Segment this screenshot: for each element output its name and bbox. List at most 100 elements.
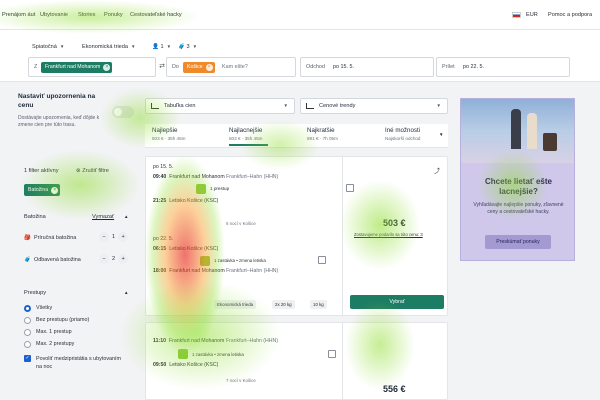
return-label: Prílet — [442, 64, 455, 70]
price-trends-dropdown[interactable]: Cenové trendy ▼ — [300, 98, 448, 114]
trip-type-select[interactable]: Spiatočná ▼ — [32, 44, 64, 50]
chart-icon — [306, 103, 314, 109]
nav-link-car-rental[interactable]: Prenájom áut — [2, 12, 35, 18]
top-navigation: Prenájom áut Ubytovanie Stories Ponuky C… — [0, 0, 600, 30]
plus-icon[interactable]: + — [118, 254, 129, 264]
stops-radio-one[interactable] — [24, 329, 31, 336]
depart-date-field[interactable]: Odchod po 15. 5. — [300, 57, 434, 77]
active-filter-label: Batožina — [28, 187, 49, 193]
close-icon[interactable]: × — [103, 64, 111, 71]
chevron-down-icon: ▼ — [283, 103, 288, 108]
from-label: Z — [34, 64, 38, 70]
swap-icon[interactable]: ⇄ — [158, 63, 166, 71]
plus-icon[interactable]: + — [118, 232, 129, 242]
cabin-bag-stepper[interactable]: −1 + — [96, 232, 131, 242]
to-placeholder: Kam ešte? — [222, 64, 248, 70]
price-trends-label: Cenové trendy — [319, 103, 356, 109]
stops-option-all[interactable]: Všetky — [36, 305, 52, 311]
currency-selector[interactable]: EUR — [526, 12, 538, 18]
traveler-figure — [527, 113, 537, 149]
stops-radio-all[interactable] — [24, 305, 31, 312]
chevron-up-icon[interactable]: ▲ — [124, 290, 128, 295]
card-divider — [342, 156, 343, 316]
outbound-departure-time: 09:40 — [153, 174, 167, 180]
favorite-checkbox[interactable] — [328, 350, 336, 358]
minus-icon[interactable]: − — [99, 254, 109, 264]
tab-fastest-title: Najkratšie — [307, 127, 335, 134]
close-icon[interactable]: × — [51, 186, 59, 194]
from-chip-label: Frankfurt nad Mohanom — [45, 64, 101, 70]
outbound-departure-code: Frankfurt–Hahn (HHN) — [225, 338, 278, 344]
stops-radio-two[interactable] — [24, 341, 31, 348]
favorite-checkbox[interactable] — [318, 256, 326, 264]
cabin-class-select[interactable]: Ekonomická trieda ▼ — [82, 44, 135, 50]
trip-type-label: Spiatočná — [32, 44, 57, 50]
stops-option-direct[interactable]: Bez prestupu (priamo) — [36, 317, 89, 323]
from-chip[interactable]: Frankfurt nad Mohanom × — [41, 62, 113, 73]
tab-best[interactable]: Najlepšie 503 € · 35h 45m — [152, 127, 185, 141]
nav-link-travel-hacks[interactable]: Cestovateľské hacky — [130, 12, 182, 18]
overnight-checkbox[interactable]: ✓ — [24, 355, 31, 362]
cabin-bag-count: 1 — [112, 234, 116, 240]
passengers-select[interactable]: 👤 1 ▼ — [152, 44, 171, 50]
nav-link-accommodation[interactable]: Ubytovanie — [40, 12, 68, 18]
passengers-count: 1 — [160, 44, 164, 50]
stops-option-two[interactable]: Max. 2 prestupy — [36, 341, 74, 347]
outbound-date: po 15. 5. — [153, 164, 174, 170]
baggage-clear-link[interactable]: Vymazať — [92, 214, 114, 220]
cabin-bag-tag: 10 kg — [310, 300, 327, 309]
outbound-departure-time: 11:10 — [153, 338, 166, 344]
bags-select[interactable]: 🧳 3 ▼ — [178, 44, 197, 50]
bag-icon: 🧳 — [178, 44, 187, 50]
nav-link-stories[interactable]: Stories — [78, 12, 95, 18]
price-alert-title: Nastaviť upozornenia na cenu — [18, 93, 96, 109]
clear-filters-link[interactable]: ⊗ Zrušiť filtre — [76, 168, 109, 174]
nights-info: 6 nocí v Košice — [226, 221, 256, 226]
nav-link-deals[interactable]: Ponuky — [104, 12, 123, 18]
to-field[interactable]: Do Košice × Kam ešte? — [166, 57, 296, 77]
slovak-flag-icon[interactable] — [512, 12, 521, 18]
checked-bag-count: 2 — [112, 256, 116, 262]
favorite-checkbox[interactable] — [346, 184, 354, 192]
tab-other[interactable]: Iné možnosti Najskorší odchod — [385, 127, 421, 141]
chevron-down-icon: ▼ — [436, 103, 441, 108]
depart-value: po 15. 5. — [333, 64, 354, 70]
price-table-dropdown[interactable]: Tabuľka cien ▼ — [145, 98, 295, 114]
explore-deals-button[interactable]: Preskúmať ponuky — [485, 235, 551, 249]
overnight-label[interactable]: Povoliť medzipristátia s ubytovaním na n… — [36, 355, 128, 371]
stops-option-one[interactable]: Max. 1 prestup — [36, 329, 72, 335]
share-icon[interactable]: ⤴ — [434, 166, 440, 175]
bags-count: 3 — [186, 44, 190, 50]
outbound-departure-airport: Frankfurt nad Mohanom — [168, 338, 225, 344]
search-form: Spiatočná ▼ Ekonomická trieda ▼ 👤 1 ▼ 🧳 3 ▼ … — [0, 30, 600, 82]
table-icon — [151, 103, 159, 109]
outbound-arrival: 09:50 Letisko Košice (KSC) — [153, 362, 218, 368]
checked-bag-tag: 2x 20 kg — [272, 300, 295, 309]
chevron-down-icon: ▼ — [192, 44, 198, 49]
chevron-up-icon[interactable]: ▲ — [124, 214, 128, 219]
to-chip[interactable]: Košice × — [183, 62, 215, 73]
outbound-departure: 09:40 Frankfurt nad Mohanom Frankfurt–Hah… — [153, 174, 278, 180]
tab-fastest[interactable]: Najkratšie 891 € · 7h 05m — [307, 127, 338, 141]
filters-active-label: 1 filter aktívny — [24, 168, 59, 174]
stops-radio-direct[interactable] — [24, 317, 31, 324]
active-filter-chip[interactable]: Batožina × — [24, 184, 61, 196]
promo-card: Chcete lietať ešte lacnejšie? Vyhľadávaj… — [460, 98, 575, 261]
minus-icon[interactable]: − — [99, 232, 109, 242]
person-icon: 👤 — [152, 44, 161, 50]
sort-tabs: Najlepšie 503 € · 35h 45m Najlacnejšie 503… — [145, 124, 448, 148]
from-field[interactable]: Z Frankfurt nad Mohanom × — [28, 57, 156, 77]
checked-bag-stepper[interactable]: −2 + — [96, 254, 131, 264]
price-alert-toggle[interactable] — [112, 106, 134, 118]
outbound-arrival-time: 09:50 — [153, 362, 167, 368]
chevron-down-icon[interactable]: ▼ — [439, 132, 443, 137]
select-flight-button[interactable]: Vybrať — [350, 295, 444, 309]
help-link[interactable]: Pomoc a podpora — [548, 12, 592, 18]
chevron-down-icon: ▼ — [131, 44, 136, 49]
clear-filters-label: Zrušiť filtre — [82, 168, 109, 174]
return-date-field[interactable]: Prílet po 22. 5. — [436, 57, 570, 77]
close-icon[interactable]: × — [205, 64, 213, 71]
tab-cheapest[interactable]: Najlacnejšie 503 € · 35h 45m — [229, 127, 270, 146]
price-alert-desc: Dostávajte upozornenia, keď dôjde k zmen… — [18, 115, 100, 128]
price-note-link[interactable]: Zostavujeme podarilo sa túto cenu: 3 — [354, 232, 423, 237]
